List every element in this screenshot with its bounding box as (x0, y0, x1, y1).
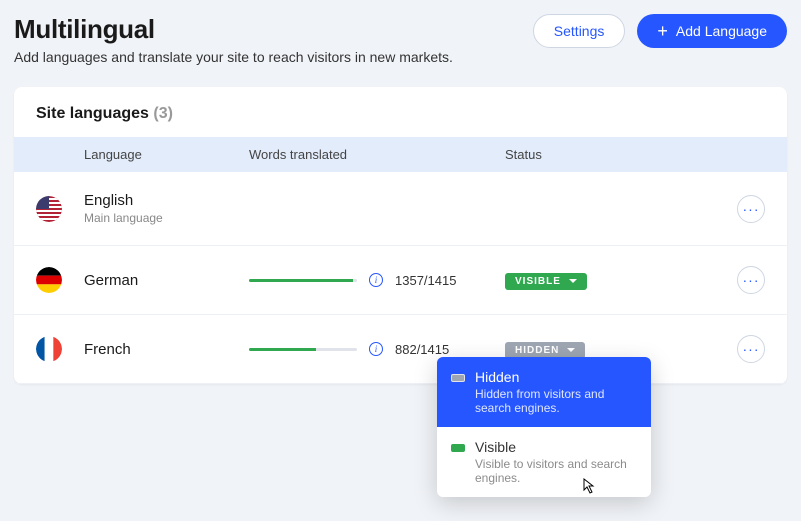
settings-button[interactable]: Settings (533, 14, 626, 48)
info-icon[interactable]: i (369, 273, 383, 287)
cursor-icon (579, 478, 595, 496)
language-name: German (84, 272, 249, 289)
flag-french-icon (36, 336, 62, 362)
card-count: (3) (153, 105, 173, 122)
words-count: 882/1415 (395, 342, 449, 357)
plus-icon: + (657, 22, 668, 40)
flag-german-icon (36, 267, 62, 293)
flag-english-icon (36, 196, 62, 222)
row-actions-button[interactable]: ··· (737, 195, 765, 223)
swatch-hidden-icon (451, 374, 465, 382)
chevron-down-icon (567, 348, 575, 352)
status-label: HIDDEN (515, 345, 559, 356)
row-actions-button[interactable]: ··· (737, 335, 765, 363)
table-row: German i 1357/1415 VISIBLE ··· (14, 246, 787, 315)
status-dropdown[interactable]: VISIBLE (505, 273, 587, 290)
dropdown-option-visible[interactable]: Visible Visible to visitors and search e… (437, 427, 651, 497)
language-name: English (84, 192, 249, 209)
swatch-visible-icon (451, 444, 465, 452)
dropdown-option-desc: Hidden from visitors and search engines. (475, 387, 637, 415)
column-language: Language (84, 147, 249, 162)
progress-bar (249, 348, 357, 351)
page-subtitle: Add languages and translate your site to… (14, 49, 453, 65)
chevron-down-icon (569, 279, 577, 283)
table-header: Language Words translated Status (14, 137, 787, 172)
status-dropdown-menu: Hidden Hidden from visitors and search e… (437, 357, 651, 497)
languages-card: Site languages (3) Language Words transl… (14, 87, 787, 384)
page-title: Multilingual (14, 14, 453, 45)
progress-bar (249, 279, 357, 282)
status-dropdown[interactable]: HIDDEN (505, 342, 585, 359)
words-count: 1357/1415 (395, 273, 456, 288)
dropdown-option-title: Hidden (475, 369, 637, 385)
table-row: French i 882/1415 HIDDEN ··· (14, 315, 787, 384)
language-name: French (84, 341, 249, 358)
column-words: Words translated (249, 147, 505, 162)
dropdown-option-hidden[interactable]: Hidden Hidden from visitors and search e… (437, 357, 651, 427)
column-status: Status (505, 147, 725, 162)
row-actions-button[interactable]: ··· (737, 266, 765, 294)
status-label: VISIBLE (515, 276, 561, 287)
card-title-text: Site languages (36, 105, 149, 122)
add-language-label: Add Language (676, 23, 767, 39)
add-language-button[interactable]: + Add Language (637, 14, 787, 48)
card-title: Site languages (3) (14, 87, 787, 137)
settings-label: Settings (554, 23, 605, 39)
dropdown-option-title: Visible (475, 439, 637, 455)
table-row: English Main language ··· (14, 172, 787, 246)
dropdown-option-desc: Visible to visitors and search engines. (475, 457, 637, 485)
language-sub: Main language (84, 211, 249, 225)
info-icon[interactable]: i (369, 342, 383, 356)
